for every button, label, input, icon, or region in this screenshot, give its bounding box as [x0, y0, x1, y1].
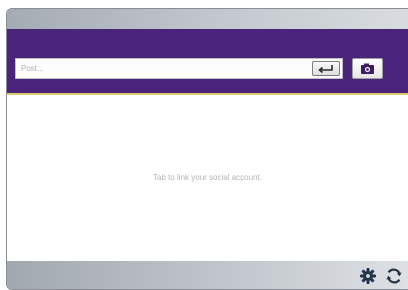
enter-button[interactable] — [312, 61, 340, 76]
camera-button[interactable] — [352, 58, 383, 79]
enter-icon — [318, 65, 333, 74]
content-area[interactable]: Tab to link your social account. — [7, 95, 408, 261]
post-input[interactable] — [15, 58, 343, 79]
social-widget: Tab to link your social account. — [6, 8, 408, 290]
gear-icon[interactable] — [359, 267, 377, 285]
link-account-message[interactable]: Tab to link your social account. — [7, 173, 408, 182]
refresh-icon[interactable] — [385, 267, 403, 285]
camera-icon — [361, 63, 374, 74]
post-header — [7, 29, 408, 95]
footer-bar — [7, 261, 408, 289]
title-bar — [7, 9, 408, 29]
